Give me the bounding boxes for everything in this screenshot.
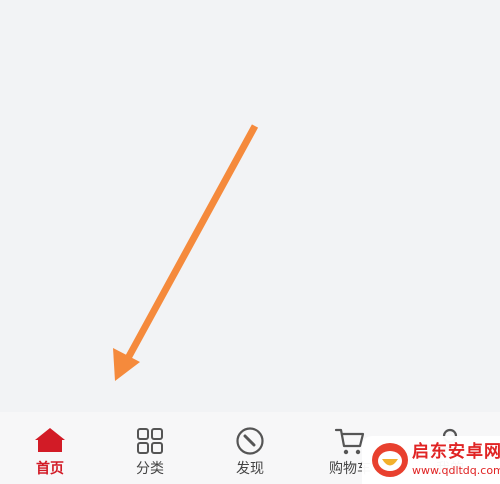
- watermark-badge: 启东安卓网 www.qdltdq.com: [362, 436, 500, 484]
- home-icon: [35, 428, 65, 452]
- tab-category[interactable]: 分类: [100, 412, 200, 484]
- app-screen: 首页 分类 发现 购物车 启东安卓网 www.qdltdq.com: [0, 0, 500, 484]
- tab-home-label: 首页: [36, 461, 64, 477]
- grid-icon: [137, 428, 163, 454]
- tab-home[interactable]: 首页: [0, 412, 100, 484]
- watermark-logo-icon: [372, 443, 408, 477]
- watermark-url: www.qdltdq.com: [412, 464, 500, 477]
- compass-icon: [236, 427, 264, 455]
- tab-discover-label: 发现: [236, 461, 264, 477]
- annotation-arrow: [113, 124, 259, 381]
- tab-category-label: 分类: [136, 461, 164, 477]
- tab-discover[interactable]: 发现: [200, 412, 300, 484]
- watermark-title: 启东安卓网: [412, 442, 500, 462]
